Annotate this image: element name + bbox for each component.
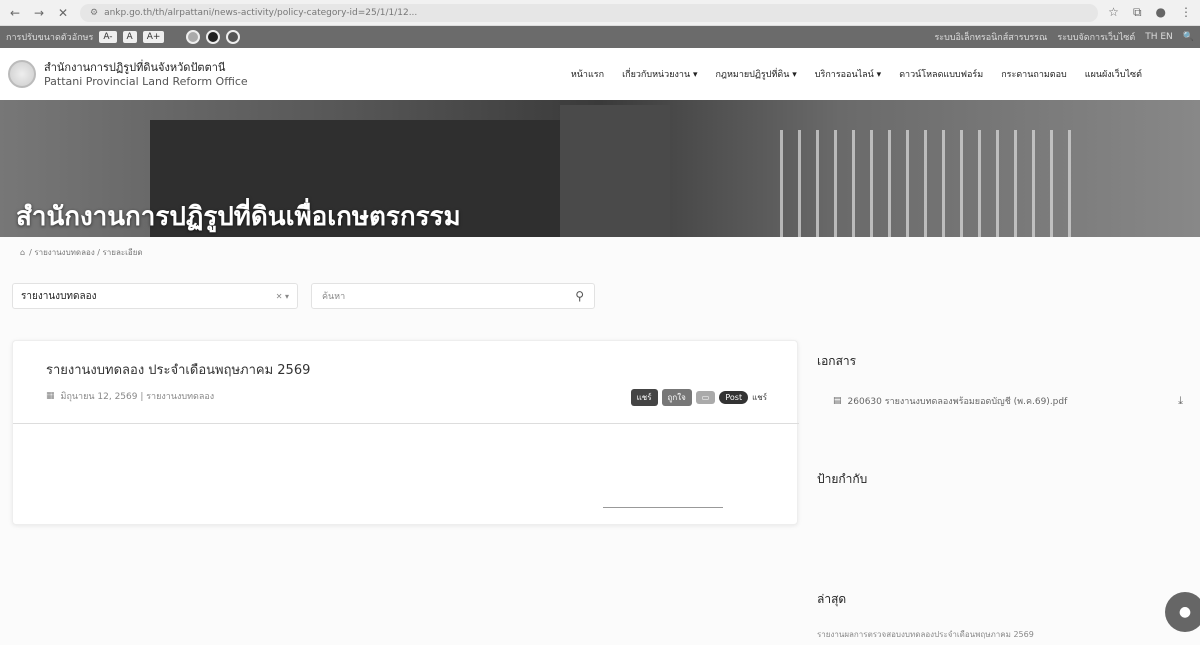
latest-item[interactable]: รายงานผลการตรวจสอบงบทดลองประจำเดือนพฤษภา… xyxy=(817,628,1034,641)
site-info-icon[interactable]: ⚙ xyxy=(90,8,98,18)
nav-downloads[interactable]: ดาวน์โหลดแบบฟอร์ม xyxy=(899,67,983,81)
font-small-button[interactable]: A- xyxy=(99,31,117,43)
document-link[interactable]: ▤ 260630 รายงานงบทดลองพร้อมยอดบัญชี (พ.ค… xyxy=(833,394,1183,408)
documents-heading: เอกสาร xyxy=(817,354,857,368)
profile-icon[interactable]: ● xyxy=(1156,5,1166,20)
tags-heading: ป้ายกำกับ xyxy=(817,472,868,486)
font-large-button[interactable]: A+ xyxy=(142,31,165,43)
banner-title: สำนักงานการปฏิรูปที่ดินเพื่อเกษตรกรรม xyxy=(16,202,461,232)
banner-fence xyxy=(780,130,1080,237)
share-bar: แชร์ ถูกใจ ▭ Post แชร์ xyxy=(630,389,767,406)
browser-toolbar: ← → ✕ ⚙ ankp.go.th/th/alrpattani/news-ac… xyxy=(0,0,1200,26)
extensions-icon[interactable]: ⧉ xyxy=(1133,5,1142,20)
menu-icon[interactable]: ⋮ xyxy=(1180,5,1192,20)
contrast-gray-button[interactable] xyxy=(226,30,241,44)
divider xyxy=(603,507,723,508)
file-icon: ▤ xyxy=(833,396,842,406)
post-button[interactable]: Post xyxy=(719,391,749,404)
nav-home[interactable]: หน้าแรก xyxy=(571,67,604,81)
chevron-down-icon: ✕ ▾ xyxy=(275,291,289,301)
font-size-label: การปรับขนาดตัวอักษร xyxy=(6,33,94,43)
font-normal-button[interactable]: A xyxy=(122,31,137,43)
banner-building-side xyxy=(560,105,670,237)
document-link[interactable]: ระบบอิเล็กทรอนิกส์สารบรรณ xyxy=(934,30,1047,44)
download-icon[interactable]: ⤓ xyxy=(1178,394,1183,408)
contrast-dark-button[interactable] xyxy=(206,30,221,44)
contrast-default-button[interactable] xyxy=(186,30,201,44)
like-button[interactable]: ถูกใจ xyxy=(661,389,692,406)
nav-about[interactable]: เกี่ยวกับหน่วยงาน ▾ xyxy=(622,67,697,81)
org-logo[interactable] xyxy=(8,60,36,88)
article-title: รายงานงบทดลอง ประจำเดือนพฤษภาคม 2569 xyxy=(46,363,311,378)
star-icon[interactable]: ☆ xyxy=(1108,5,1119,20)
hero-banner: สำนักงานการปฏิรูปที่ดินเพื่อเกษตรกรรม xyxy=(0,100,1200,237)
accessibility-bar: การปรับขนาดตัวอักษร A- A A+ ระบบอิเล็กทร… xyxy=(0,26,1200,48)
calendar-icon: ▦ xyxy=(46,391,55,401)
category-select[interactable]: รายงานงบทดลอง ✕ ▾ xyxy=(12,283,298,309)
org-name-th: สำนักงานการปฏิรูปที่ดินจังหวัดปัตตานี xyxy=(44,60,226,74)
nav-qa[interactable]: กระดานถามตอบ xyxy=(1001,67,1067,81)
back-icon[interactable]: ← xyxy=(8,6,22,20)
article-card: รายงานงบทดลอง ประจำเดือนพฤษภาคม 2569 ▦ ม… xyxy=(12,340,799,525)
search-placeholder: ค้นหา xyxy=(322,292,346,302)
document-name: 260630 รายงานงบทดลองพร้อมยอดบัญชี (พ.ค.6… xyxy=(847,397,1068,407)
breadcrumb-path[interactable]: / รายงานงบทดลอง / รายละเอียด xyxy=(29,246,143,259)
category-select-value: รายงานงบทดลอง xyxy=(21,290,97,302)
article-meta: ▦ มิถุนายน 12, 2569 | รายงานงบทดลอง xyxy=(46,389,214,403)
chat-icon[interactable]: ● xyxy=(1165,592,1200,632)
share-label: แชร์ xyxy=(752,393,767,402)
line-share-button[interactable]: ▭ xyxy=(695,391,716,404)
address-bar[interactable]: ⚙ ankp.go.th/th/alrpattani/news-activity… xyxy=(80,3,1099,22)
home-icon[interactable]: ⌂ xyxy=(20,248,25,257)
search-icon[interactable]: 🔍 xyxy=(1183,32,1194,42)
search-icon[interactable]: ⚲ xyxy=(575,289,584,303)
facebook-share-button[interactable]: แชร์ xyxy=(630,389,658,406)
language-switch[interactable]: TH EN xyxy=(1145,32,1173,42)
org-name-en: Pattani Provincial Land Reform Office xyxy=(44,75,248,89)
latest-heading: ล่าสุด xyxy=(817,592,847,606)
nav-sitemap[interactable]: แผนผังเว็บไซต์ xyxy=(1085,67,1142,81)
url-text: ankp.go.th/th/alrpattani/news-activity/p… xyxy=(104,7,418,18)
search-input[interactable]: ค้นหา ⚲ xyxy=(311,283,595,309)
stop-icon[interactable]: ✕ xyxy=(56,6,70,20)
nav-services[interactable]: บริการออนไลน์ ▾ xyxy=(815,67,881,81)
site-header: สำนักงานการปฏิรูปที่ดินจังหวัดปัตตานี Pa… xyxy=(0,48,1200,100)
nav-law[interactable]: กฎหมายปฏิรูปที่ดิน ▾ xyxy=(715,67,796,81)
article-date: มิถุนายน 12, 2569 | รายงานงบทดลอง xyxy=(60,392,215,402)
divider xyxy=(13,423,799,424)
main-nav: หน้าแรก เกี่ยวกับหน่วยงาน ▾ กฎหมายปฏิรูป… xyxy=(571,67,1192,81)
cms-link[interactable]: ระบบจัดการเว็บไซต์ xyxy=(1057,30,1135,44)
breadcrumb: ⌂ / รายงานงบทดลอง / รายละเอียด xyxy=(20,246,143,259)
forward-icon[interactable]: → xyxy=(32,6,46,20)
